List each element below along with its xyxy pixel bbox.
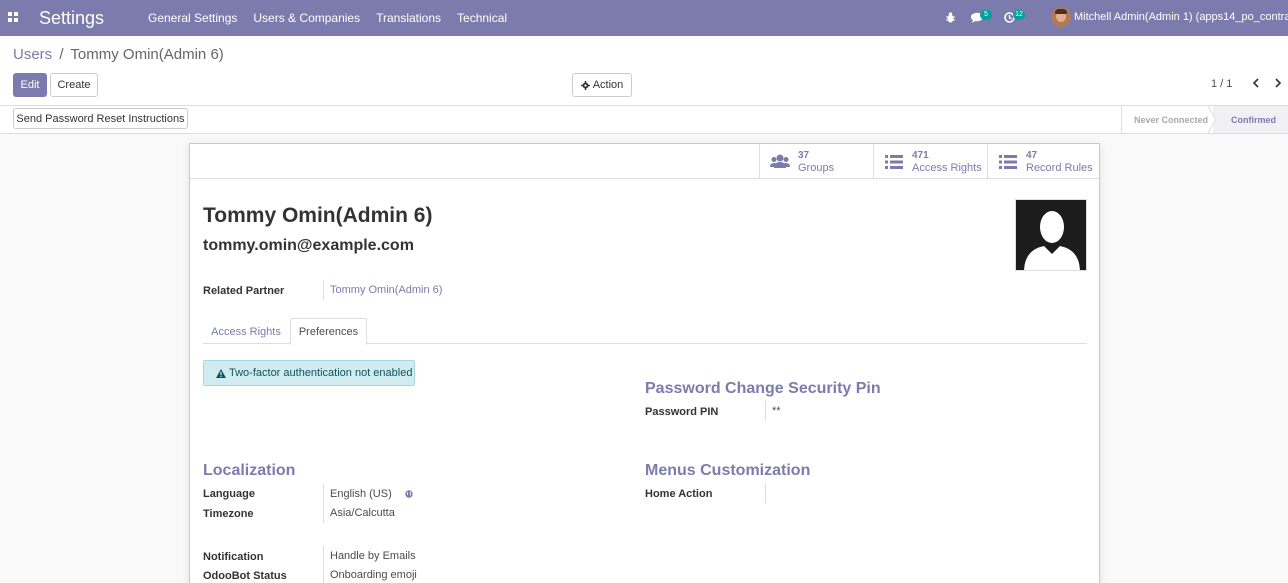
pager-next-icon[interactable] bbox=[1272, 76, 1284, 90]
tab-access-rights[interactable]: Access Rights bbox=[203, 318, 289, 345]
main-menu: General Settings Users & Companies Trans… bbox=[140, 0, 515, 36]
activities-count-badge: 12 bbox=[1013, 10, 1025, 20]
user-email[interactable]: tommy.omin@example.com bbox=[203, 237, 414, 255]
debug-bug-icon[interactable] bbox=[946, 12, 955, 23]
menu-users-companies[interactable]: Users & Companies bbox=[245, 11, 368, 25]
home-action-label: Home Action bbox=[645, 488, 713, 500]
breadcrumb-users-link[interactable]: Users bbox=[13, 46, 52, 63]
password-pin-label: Password PIN bbox=[645, 406, 719, 418]
status-arrow-divider bbox=[1208, 106, 1216, 133]
create-button[interactable]: Create bbox=[50, 73, 98, 97]
breadcrumb: Users / Tommy Omin(Admin 6) bbox=[13, 46, 224, 63]
user-menu-name[interactable]: Mitchell Admin(Admin 1) (apps14_po_contr… bbox=[1074, 11, 1288, 23]
password-pin-value[interactable]: ** bbox=[765, 401, 781, 421]
list-icon bbox=[999, 154, 1017, 169]
top-navbar: Settings General Settings Users & Compan… bbox=[0, 0, 1288, 36]
form-statusbar: Send Password Reset Instructions Never C… bbox=[0, 106, 1288, 134]
send-password-reset-button[interactable]: Send Password Reset Instructions bbox=[13, 108, 188, 129]
user-name-title[interactable]: Tommy Omin(Admin 6) bbox=[203, 204, 432, 228]
access-rights-count: 471 bbox=[912, 149, 929, 161]
access-rights-stat-button[interactable]: 471 Access Rights bbox=[873, 144, 987, 179]
related-partner-link[interactable]: Tommy Omin(Admin 6) bbox=[323, 280, 442, 300]
action-dropdown-button[interactable]: Action bbox=[572, 73, 632, 97]
timezone-value[interactable]: Asia/Calcutta bbox=[323, 503, 395, 523]
localization-section-title: Localization bbox=[203, 462, 296, 479]
edit-button[interactable]: Edit bbox=[13, 73, 47, 97]
notification-value[interactable]: Handle by Emails bbox=[323, 546, 416, 566]
person-silhouette-icon bbox=[1016, 200, 1086, 270]
odoobot-status-label: OdooBot Status bbox=[203, 570, 287, 582]
record-rules-stat-button[interactable]: 47 Record Rules bbox=[987, 144, 1101, 179]
menu-technical[interactable]: Technical bbox=[449, 11, 515, 25]
action-button-label: Action bbox=[592, 79, 624, 91]
messages-count-badge: 5 bbox=[980, 10, 992, 20]
warning-icon bbox=[216, 368, 226, 378]
user-avatar[interactable] bbox=[1051, 7, 1071, 27]
breadcrumb-current: Tommy Omin(Admin 6) bbox=[70, 46, 224, 63]
access-rights-label: Access Rights bbox=[912, 161, 982, 174]
related-partner-label: Related Partner bbox=[203, 285, 285, 297]
groups-label: Groups bbox=[798, 161, 835, 174]
language-label: Language bbox=[203, 488, 255, 500]
menus-customization-section-title: Menus Customization bbox=[645, 462, 811, 479]
tab-preferences[interactable]: Preferences bbox=[290, 318, 367, 345]
password-pin-section-title: Password Change Security Pin bbox=[645, 380, 881, 397]
notification-label: Notification bbox=[203, 551, 264, 563]
app-title[interactable]: Settings bbox=[39, 8, 104, 29]
two-factor-alert-text: Two-factor authentication not enabled bbox=[229, 367, 413, 379]
list-icon bbox=[885, 154, 903, 169]
pager-value[interactable]: 1 / 1 bbox=[1211, 78, 1232, 90]
timezone-label: Timezone bbox=[203, 508, 254, 520]
menu-translations[interactable]: Translations bbox=[368, 11, 449, 25]
form-sheet: 37 Groups 471 Access Rights 47 Record Ru… bbox=[189, 143, 1100, 583]
record-rules-count: 47 bbox=[1026, 149, 1038, 161]
control-panel: Users / Tommy Omin(Admin 6) Edit Create … bbox=[0, 36, 1288, 106]
groups-stat-button[interactable]: 37 Groups bbox=[759, 144, 873, 179]
gear-icon bbox=[580, 80, 590, 90]
user-photo-avatar[interactable] bbox=[1015, 199, 1087, 271]
status-confirmed: Confirmed bbox=[1213, 106, 1288, 133]
groups-count: 37 bbox=[798, 149, 810, 161]
users-icon bbox=[770, 154, 790, 168]
menu-general-settings[interactable]: General Settings bbox=[140, 11, 245, 25]
pager-previous-icon[interactable] bbox=[1250, 76, 1262, 90]
record-rules-label: Record Rules bbox=[1026, 161, 1093, 174]
apps-menu-icon[interactable] bbox=[8, 12, 19, 22]
language-field[interactable]: English (US) bbox=[323, 484, 413, 504]
form-tabs: Access Rights Preferences bbox=[203, 318, 1087, 345]
status-never-connected: Never Connected bbox=[1121, 106, 1213, 133]
language-value: English (US) bbox=[330, 488, 392, 500]
breadcrumb-separator: / bbox=[59, 46, 64, 63]
globe-icon[interactable] bbox=[405, 490, 413, 498]
odoobot-status-value[interactable]: Onboarding emoji bbox=[323, 565, 417, 583]
stat-button-box: 37 Groups 471 Access Rights 47 Record Ru… bbox=[190, 144, 1099, 179]
home-action-value[interactable] bbox=[765, 483, 772, 503]
two-factor-alert: Two-factor authentication not enabled bbox=[203, 360, 415, 386]
